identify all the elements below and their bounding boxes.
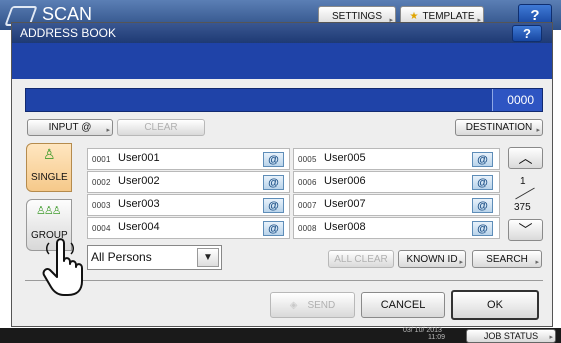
- email-icon-label: @: [268, 222, 279, 235]
- email-icon: @: [472, 198, 493, 213]
- entry-name: User008: [324, 221, 366, 233]
- page-up-button[interactable]: ︿: [508, 147, 543, 169]
- email-icon-label: @: [268, 153, 279, 166]
- email-icon: @: [472, 152, 493, 167]
- chevron-down-icon: ▼: [203, 252, 213, 263]
- job-status-button[interactable]: JOB STATUS ▸: [466, 329, 556, 343]
- chevron-right-icon: ▸: [535, 259, 539, 266]
- filter-select[interactable]: All Persons ▼: [87, 245, 222, 270]
- status-date: 03/ 10/ 2013: [403, 327, 442, 334]
- dialog-title-bar: ADDRESS BOOK ?: [12, 23, 552, 43]
- dialog-title: ADDRESS BOOK: [20, 26, 117, 40]
- search-button[interactable]: SEARCH ▸: [472, 250, 542, 268]
- entry-number: 0007: [298, 201, 317, 210]
- dialog-help-button[interactable]: ?: [512, 25, 542, 42]
- entry-number: 0004: [92, 224, 111, 233]
- chevron-right-icon: ▸: [549, 334, 553, 341]
- page-total: 375: [514, 202, 531, 213]
- job-status-label: JOB STATUS: [483, 331, 539, 341]
- address-book-dialog: ADDRESS BOOK ? 0000 INPUT @ ▸ CLEAR DEST…: [11, 22, 553, 327]
- page-divider: [515, 187, 535, 200]
- email-icon: @: [263, 152, 284, 167]
- input-email-label: INPUT @: [48, 122, 92, 133]
- search-label: SEARCH: [486, 253, 528, 265]
- email-icon-label: @: [268, 199, 279, 212]
- entry-number: 0005: [298, 155, 317, 164]
- known-id-button[interactable]: KNOWN ID ▸: [398, 250, 466, 268]
- send-label: SEND: [307, 299, 336, 311]
- destination-field: 0000: [25, 88, 543, 112]
- destination-count: 0000: [507, 93, 534, 107]
- list-item[interactable]: 0007 User007 @: [293, 194, 500, 216]
- send-icon: ◈: [289, 299, 298, 311]
- email-icon: @: [263, 221, 284, 236]
- page-down-button[interactable]: ﹀: [508, 219, 543, 241]
- entry-number: 0008: [298, 224, 317, 233]
- template-label: TEMPLATE: [422, 10, 475, 22]
- list-item[interactable]: 0004 User004 @: [87, 217, 290, 239]
- all-clear-button[interactable]: ALL CLEAR: [328, 250, 394, 268]
- clear-button[interactable]: CLEAR: [117, 119, 205, 136]
- email-icon-label: @: [477, 153, 488, 166]
- ok-button[interactable]: OK: [451, 290, 539, 320]
- settings-label: SETTINGS: [331, 10, 382, 22]
- entry-name: User001: [118, 152, 160, 164]
- ok-label: OK: [487, 299, 503, 311]
- person-icon: ♙: [43, 146, 56, 162]
- destination-label: DESTINATION: [465, 122, 533, 133]
- send-button[interactable]: ◈ SEND: [270, 292, 355, 318]
- chevron-right-icon: ▸: [536, 127, 540, 134]
- list-item[interactable]: 0008 User008 @: [293, 217, 500, 239]
- known-id-label: KNOWN ID: [406, 253, 458, 265]
- destination-button[interactable]: DESTINATION ▸: [455, 119, 543, 136]
- cancel-label: CANCEL: [380, 299, 426, 311]
- email-icon: @: [263, 175, 284, 190]
- hand-pointer-icon: [42, 238, 83, 296]
- entry-name: User004: [118, 221, 160, 233]
- entry-number: 0003: [92, 201, 111, 210]
- group-icon: ♙♙♙: [36, 205, 62, 217]
- star-icon: ★: [409, 10, 419, 22]
- email-icon-label: @: [477, 199, 488, 212]
- all-clear-label: ALL CLEAR: [334, 253, 388, 265]
- entry-number: 0002: [92, 178, 111, 187]
- chevron-up-icon: ︿: [518, 150, 533, 166]
- list-item[interactable]: 0005 User005 @: [293, 148, 500, 170]
- email-icon-label: @: [477, 222, 488, 235]
- chevron-right-icon: ▸: [459, 259, 463, 266]
- list-item[interactable]: 0001 User001 @: [87, 148, 290, 170]
- clear-label: CLEAR: [144, 122, 178, 133]
- status-time: 11:09: [428, 334, 445, 341]
- tab-single[interactable]: ♙ SINGLE: [26, 143, 72, 192]
- entry-number: 0006: [298, 178, 317, 187]
- entry-name: User005: [324, 152, 366, 164]
- list-item[interactable]: 0006 User006 @: [293, 171, 500, 193]
- entry-name: User002: [118, 175, 160, 187]
- help-label: ?: [530, 6, 540, 24]
- email-icon: @: [472, 221, 493, 236]
- divider: [25, 280, 543, 281]
- status-bar: 03/ 10/ 2013 11:09 JOB STATUS ▸: [0, 327, 561, 343]
- tab-single-label: SINGLE: [31, 172, 68, 183]
- message-bar: [12, 43, 552, 79]
- entry-name: User006: [324, 175, 366, 187]
- chevron-right-icon: ▸: [106, 127, 110, 134]
- email-icon-label: @: [268, 176, 279, 189]
- email-icon-label: @: [477, 176, 488, 189]
- help-label: ?: [523, 26, 531, 41]
- dropdown-toggle[interactable]: ▼: [197, 248, 219, 267]
- filter-selected-value: All Persons: [91, 250, 152, 264]
- chevron-down-icon: ﹀: [518, 222, 533, 238]
- email-icon: @: [263, 198, 284, 213]
- email-icon: @: [472, 175, 493, 190]
- entry-number: 0001: [92, 155, 111, 164]
- page-current: 1: [520, 176, 526, 187]
- entry-name: User007: [324, 198, 366, 210]
- cancel-button[interactable]: CANCEL: [361, 292, 445, 318]
- list-item[interactable]: 0003 User003 @: [87, 194, 290, 216]
- input-email-button[interactable]: INPUT @ ▸: [27, 119, 113, 136]
- entry-name: User003: [118, 198, 160, 210]
- list-item[interactable]: 0002 User002 @: [87, 171, 290, 193]
